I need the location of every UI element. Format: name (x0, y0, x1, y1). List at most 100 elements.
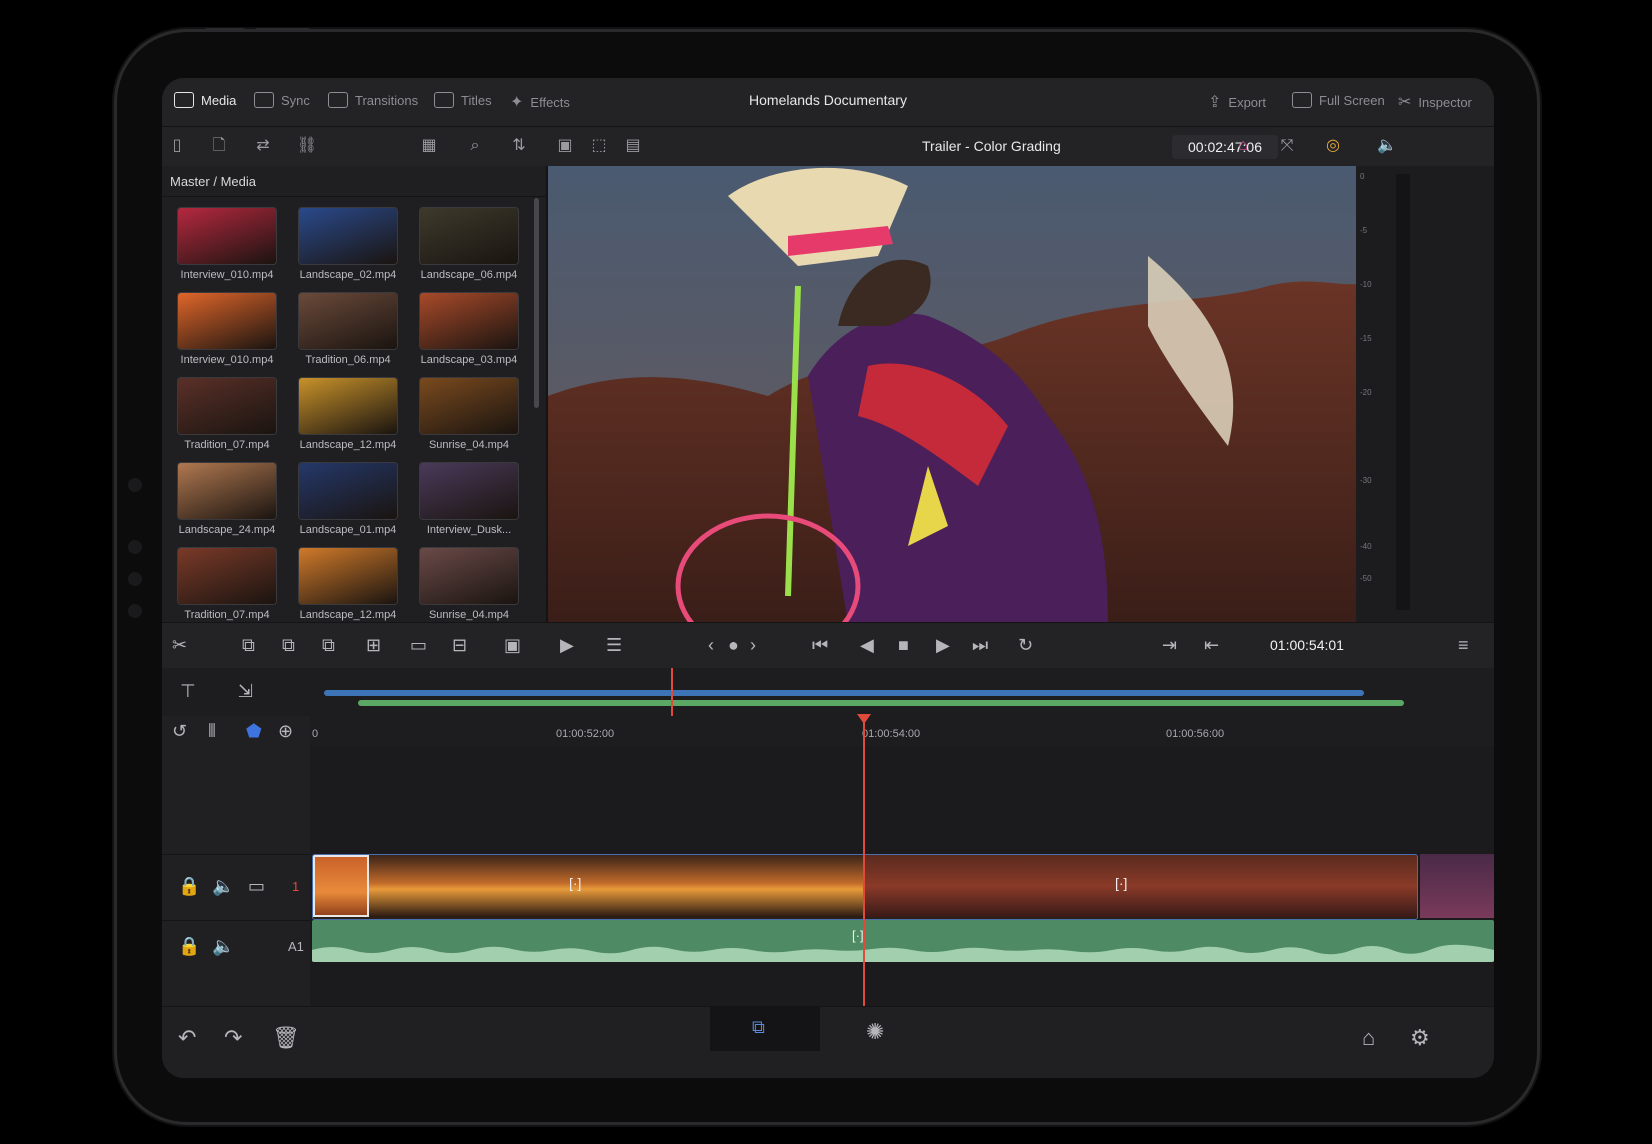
go-to-start-icon[interactable]: ⏮ (812, 634, 828, 656)
speaker-icon[interactable]: 🔈 (212, 875, 234, 897)
selected-clip[interactable] (313, 855, 369, 917)
audio-volume-icon[interactable]: 🔈 (1376, 136, 1398, 156)
playhead[interactable] (863, 716, 865, 1008)
redo-icon[interactable]: ↷ (224, 1025, 242, 1051)
media-clip[interactable]: Landscape_01.mp4 (293, 463, 403, 543)
add-track-icon[interactable]: ⊕ (278, 720, 293, 742)
go-to-end-icon[interactable]: ⏭ (972, 634, 988, 656)
menu-media[interactable]: Media (174, 92, 236, 108)
layout-icon[interactable]: ▤ (622, 136, 644, 156)
mark-out-icon[interactable]: ⇤ (1204, 634, 1219, 656)
clip-name: Tradition_07.mp4 (184, 609, 270, 621)
unlink-icon[interactable]: ⛓ (296, 136, 318, 156)
media-clip[interactable]: Landscape_24.mp4 (172, 463, 282, 543)
inspector-button[interactable]: ✂ Inspector (1398, 92, 1472, 112)
color-page-icon[interactable]: ✺ (866, 1019, 884, 1045)
media-clip[interactable]: Interview_Dusk... (414, 463, 524, 543)
ripple-overwrite-icon[interactable]: ▣ (504, 634, 521, 656)
export-button[interactable]: ⇪ Export (1208, 92, 1266, 112)
ruler-label: 01:00:54:00 (862, 728, 921, 740)
speaker-icon[interactable]: 🔈 (212, 935, 234, 957)
media-clip[interactable]: Landscape_02.mp4 (293, 208, 403, 288)
menu-transitions[interactable]: Transitions (328, 92, 418, 108)
media-clip[interactable]: Landscape_12.mp4 (293, 548, 403, 628)
next-marker-icon[interactable]: › (750, 634, 756, 656)
fit-to-fill-icon[interactable]: ⊞ (366, 634, 381, 656)
prev-marker-icon[interactable]: ‹ (708, 634, 714, 656)
settings-gear-icon[interactable]: ⚙ (1410, 1025, 1430, 1051)
marker-icon[interactable]: ⬟ (246, 720, 262, 742)
audio-scrub-icon[interactable]: ⦀ (208, 720, 216, 742)
tradition-clip[interactable] (865, 855, 1417, 917)
monitor-icon[interactable]: ▭ (248, 875, 265, 897)
next-clip[interactable] (1418, 854, 1494, 918)
audio-meters: 0 -5 -10 -15 -20 -30 -40 -50 (1358, 166, 1494, 622)
trash-icon[interactable]: 🗑 (272, 1025, 300, 1051)
home-icon[interactable]: ⌂ (1362, 1025, 1375, 1051)
media-clip[interactable]: Interview_010.mp4 (172, 208, 282, 288)
menu-sync[interactable]: Sync (254, 92, 310, 108)
relink-icon[interactable]: ⇄ (252, 136, 274, 156)
append-icon[interactable]: ⊟ (452, 634, 467, 656)
viewer-timeline-title[interactable]: Trailer - Color Grading (922, 138, 1061, 154)
transform-icon[interactable]: ⤧ (1276, 136, 1298, 156)
playback-menu-icon[interactable]: ▶ (560, 634, 574, 656)
settings-sliders-icon[interactable]: ☰ (606, 634, 622, 656)
fullscreen-button[interactable]: Full Screen (1292, 92, 1385, 108)
video-viewer[interactable] (548, 166, 1356, 622)
safe-area-icon[interactable]: ⬚ (588, 136, 610, 156)
audio-clip[interactable]: [·] (312, 920, 1494, 962)
lock-icon[interactable]: 🔒 (178, 935, 200, 957)
mini-playhead[interactable] (671, 668, 673, 716)
menu-label: Transitions (355, 92, 419, 108)
transition-icon[interactable]: [·] (569, 875, 581, 891)
replace-clip-icon[interactable]: ⧉ (322, 634, 335, 656)
media-clip[interactable]: Sunrise_04.mp4 (414, 378, 524, 458)
transition-icon[interactable]: [·] (1115, 875, 1127, 891)
marker-dot-icon[interactable]: ● (728, 634, 739, 656)
mark-in-icon[interactable]: ⇥ (1162, 634, 1177, 656)
menu-titles[interactable]: Titles (434, 92, 492, 108)
loop-icon[interactable]: ↻ (1018, 634, 1033, 656)
grid-view-icon[interactable]: ▦ (418, 136, 440, 156)
cut-page-tab[interactable]: ⧉ (710, 1007, 820, 1051)
media-clip[interactable]: Landscape_06.mp4 (414, 208, 524, 288)
media-clip[interactable]: Landscape_12.mp4 (293, 378, 403, 458)
import-icon[interactable]: 🗋 (208, 136, 230, 156)
play-icon[interactable]: ▶ (936, 634, 950, 656)
video-clip-strip[interactable]: [·] [·] (312, 854, 1418, 920)
transport-bar: ✂ ⧉ ⧉ ⧉ ⊞ ▭ ⊟ ▣ ▶ ☰ ‹ ● › ⏮ ◀ ■ ▶ ⏭ ↻ ⇥ … (162, 622, 1494, 670)
camera-icon[interactable]: ⌂ (1228, 136, 1258, 156)
place-on-top-icon[interactable]: ▭ (410, 634, 427, 656)
undo-icon[interactable]: ↶ (178, 1025, 196, 1051)
color-icon[interactable]: ◎ (1322, 136, 1344, 156)
sort-icon[interactable]: ⇅ (508, 136, 530, 156)
sunset-clip[interactable] (369, 855, 863, 917)
media-clip[interactable]: Sunrise_04.mp4 (414, 548, 524, 628)
timeline-ruler[interactable]: 0 01:00:52:00 01:00:54:00 01:00:56:00 (310, 716, 1494, 747)
track-lock-icon[interactable]: ⊤ (180, 680, 196, 702)
insert-clip-icon[interactable]: ⧉ (242, 634, 255, 656)
viewer-mode-icon[interactable]: ▣ (554, 136, 576, 156)
media-pool-scrollbar[interactable] (534, 198, 539, 408)
sync-lock-icon[interactable]: ⇲ (238, 680, 253, 702)
media-clip[interactable]: Tradition_07.mp4 (172, 378, 282, 458)
reverse-icon[interactable]: ◀ (860, 634, 874, 656)
breadcrumb[interactable]: Master / Media (170, 174, 256, 189)
sidebar-toggle-icon[interactable]: ▯ (166, 136, 188, 156)
options-menu-icon[interactable]: ≡ (1458, 634, 1469, 656)
media-clip[interactable]: Landscape_03.mp4 (414, 293, 524, 373)
media-clip[interactable]: Tradition_07.mp4 (172, 548, 282, 628)
stop-icon[interactable]: ■ (898, 634, 909, 656)
mini-timeline[interactable]: ⊤ ⇲ (162, 668, 1494, 716)
media-clip[interactable]: Tradition_06.mp4 (293, 293, 403, 373)
media-clip[interactable]: Interview_010.mp4 (172, 293, 282, 373)
menu-effects[interactable]: ✦ Effects (510, 92, 570, 112)
snap-icon[interactable]: ↺ (172, 720, 187, 742)
search-icon[interactable]: ⌕ (464, 136, 486, 156)
titles-icon (434, 92, 454, 108)
lock-icon[interactable]: 🔒 (178, 875, 200, 897)
overwrite-clip-icon[interactable]: ⧉ (282, 634, 295, 656)
scissors-icon[interactable]: ✂ (172, 634, 187, 656)
transition-icon[interactable]: [·] (852, 928, 864, 943)
